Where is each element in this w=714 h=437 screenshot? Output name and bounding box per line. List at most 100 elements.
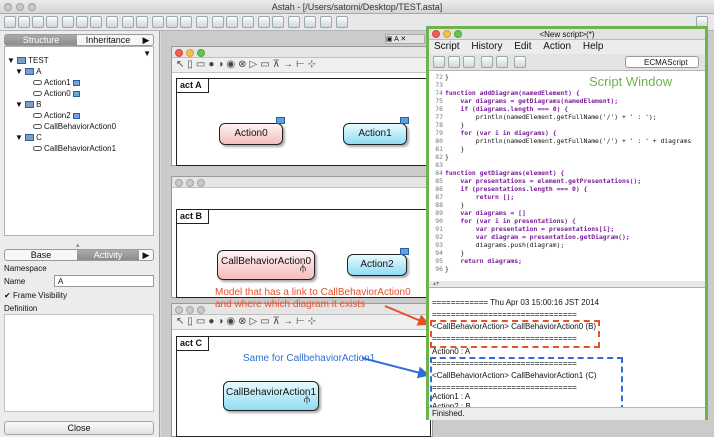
- package-icon: [25, 68, 35, 75]
- copy-icon[interactable]: [76, 16, 88, 28]
- tree-item[interactable]: ▼ C: [15, 133, 42, 142]
- tree-item[interactable]: CallBehaviorAction1: [33, 144, 116, 153]
- action-node-action1[interactable]: Action1: [343, 123, 407, 145]
- node-label: CallBehaviorAction1: [225, 387, 317, 398]
- zoom-icon[interactable]: [454, 30, 462, 38]
- palette-tool-icons[interactable]: ↖▯▭●◑◉⊗▷▭⊼→⊢⊹: [176, 59, 319, 70]
- format-icon[interactable]: [288, 16, 300, 28]
- zoom-out-icon[interactable]: [166, 16, 178, 28]
- name-field[interactable]: A: [54, 275, 154, 287]
- forward-icon[interactable]: [226, 16, 238, 28]
- action-node-action2[interactable]: Action2: [347, 254, 407, 276]
- diagram-link-icon: [72, 80, 80, 86]
- definition-field[interactable]: [4, 314, 154, 412]
- frame-visibility-checkbox[interactable]: ✔ Frame Visibility: [4, 291, 67, 300]
- call-behavior-node-1[interactable]: CallBehaviorAction1 ⫛: [223, 381, 319, 411]
- action-node-action0[interactable]: Action0: [219, 123, 283, 145]
- call-behavior-node-0[interactable]: CallBehaviorAction0 ⫛: [217, 250, 315, 280]
- tree-item[interactable]: ▼ A: [15, 67, 41, 76]
- red-highlight-box: [430, 320, 600, 348]
- output-line: ===============================: [432, 310, 577, 319]
- splitter-handle-icon[interactable]: ▴: [76, 241, 80, 249]
- diagram-tab[interactable]: ▣ A ✕: [385, 34, 425, 44]
- zoom-in-icon[interactable]: [152, 16, 164, 28]
- redo-icon[interactable]: [136, 16, 148, 28]
- menu-script[interactable]: Script: [434, 41, 460, 52]
- clear-icon[interactable]: [514, 56, 526, 68]
- zoom-fit-icon[interactable]: [180, 16, 192, 28]
- tree-item[interactable]: Action0: [33, 89, 80, 98]
- new-script-icon[interactable]: [433, 56, 445, 68]
- back-icon[interactable]: [212, 16, 224, 28]
- tree-item-label: A: [36, 67, 42, 76]
- code-text: }: [445, 121, 465, 129]
- tree-item[interactable]: CallBehaviorAction0: [33, 122, 116, 131]
- rake-icon: ⫛: [304, 394, 310, 405]
- menu-history[interactable]: History: [471, 41, 502, 52]
- zoom-icon[interactable]: [197, 306, 205, 314]
- minimize-icon[interactable]: [186, 306, 194, 314]
- line-number: 95: [435, 257, 443, 265]
- open-file-icon[interactable]: [18, 16, 30, 28]
- code-editor[interactable]: 72} 73 74 function addDiagram(namedElement)…: [429, 72, 705, 281]
- cut-icon[interactable]: [62, 16, 74, 28]
- minimize-window-icon[interactable]: [16, 3, 24, 11]
- diagram-link-icon: [400, 248, 409, 255]
- minimize-icon[interactable]: [186, 49, 194, 57]
- tree-item[interactable]: Action2: [33, 111, 80, 120]
- menu-edit[interactable]: Edit: [514, 41, 531, 52]
- undo-icon[interactable]: [122, 16, 134, 28]
- tree-item-label: B: [36, 100, 42, 109]
- close-icon[interactable]: [175, 179, 183, 187]
- action-icon: [33, 91, 42, 96]
- code-text: }: [445, 201, 465, 209]
- run-icon[interactable]: [496, 56, 508, 68]
- close-icon[interactable]: [175, 49, 183, 57]
- engine-select[interactable]: ECMAScript: [625, 56, 699, 68]
- tree-item[interactable]: Action1: [33, 78, 80, 87]
- zoom-icon[interactable]: [197, 49, 205, 57]
- code-line: 75 var diagrams = getDiagrams(namedEleme…: [429, 97, 705, 105]
- tree-item[interactable]: ▼ B: [15, 100, 41, 109]
- history-icon[interactable]: [481, 56, 493, 68]
- tab-menu-icon[interactable]: ▶: [139, 35, 153, 45]
- minimize-icon[interactable]: [186, 179, 194, 187]
- close-button[interactable]: Close: [4, 421, 154, 435]
- diagram-icon[interactable]: [242, 16, 254, 28]
- new-file-icon[interactable]: [4, 16, 16, 28]
- tab-base[interactable]: Base: [5, 250, 77, 260]
- code-line: 92 var diagram = presentation.getDiagram…: [429, 233, 705, 241]
- tab-inheritance[interactable]: Inheritance: [77, 35, 139, 45]
- save-icon[interactable]: [32, 16, 44, 28]
- font-color-icon[interactable]: [320, 16, 332, 28]
- save-script-icon[interactable]: [463, 56, 475, 68]
- code-text: println(namedElement.getFullName('/') + …: [445, 137, 692, 145]
- print-icon[interactable]: [46, 16, 58, 28]
- open-script-icon[interactable]: [448, 56, 460, 68]
- tab-structure[interactable]: Structure: [5, 35, 77, 45]
- tab-activity[interactable]: Activity: [77, 250, 139, 260]
- layout-2-icon[interactable]: [272, 16, 284, 28]
- close-window-icon[interactable]: [4, 3, 12, 11]
- align-icon[interactable]: [106, 16, 118, 28]
- palette-tool-icons[interactable]: ↖▯▭●◑◉⊗▷▭⊼→⊢⊹: [176, 316, 319, 327]
- zoom-icon[interactable]: [197, 179, 205, 187]
- minimize-icon[interactable]: [443, 30, 451, 38]
- layout-icon[interactable]: [258, 16, 270, 28]
- paste-icon[interactable]: [90, 16, 102, 28]
- close-icon[interactable]: [175, 306, 183, 314]
- line-color-icon[interactable]: [304, 16, 316, 28]
- output-line: Action0 : A: [432, 347, 471, 356]
- tree-item[interactable]: ▼ TEST: [7, 56, 49, 65]
- tab-menu-icon[interactable]: ▶: [139, 250, 153, 260]
- menu-action[interactable]: Action: [543, 41, 571, 52]
- menu-help[interactable]: Help: [583, 41, 604, 52]
- code-text: var presentation = presentations[i];: [445, 225, 615, 233]
- close-icon[interactable]: [432, 30, 440, 38]
- code-line: 96}: [429, 265, 705, 273]
- fill-color-icon[interactable]: [196, 16, 208, 28]
- diagram-frame-c: act C CallBehaviorAction1 ⫛: [176, 336, 431, 437]
- line-style-icon[interactable]: [336, 16, 348, 28]
- code-text: }: [445, 73, 449, 81]
- zoom-window-icon[interactable]: [28, 3, 36, 11]
